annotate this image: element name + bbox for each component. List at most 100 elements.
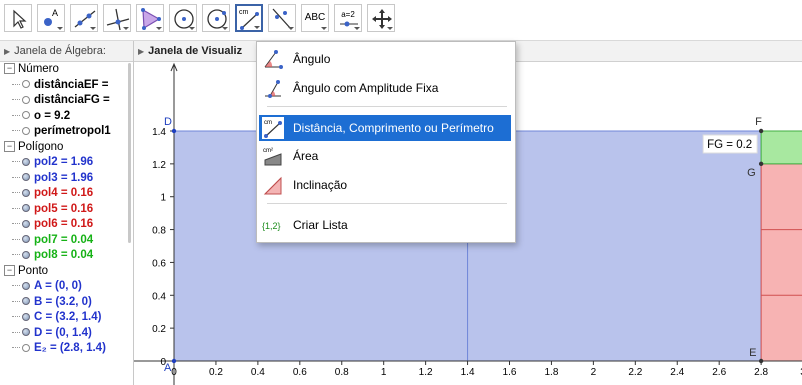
menu-item-area[interactable]: cm² Área [259, 143, 511, 169]
create-list-icon: {1,2} [262, 221, 281, 231]
collapse-arrow-icon[interactable]: ▶ [4, 47, 10, 56]
point-tool-icon[interactable]: A [37, 4, 65, 32]
point-d [171, 128, 177, 134]
menu-separator [267, 203, 507, 204]
visibility-toggle-icon[interactable] [22, 95, 30, 104]
algebra-item-text: distânciaFG = [34, 94, 110, 106]
algebra-item[interactable]: pol7 = 0.04 [0, 233, 133, 249]
algebra-item[interactable]: pol5 = 0.16 [0, 202, 133, 218]
visibility-toggle-icon[interactable] [22, 219, 30, 228]
menu-item-fixed-angle[interactable]: Ângulo com Amplitude Fixa [259, 75, 511, 101]
move-view-tool-icon[interactable] [367, 4, 395, 32]
svg-text:cm: cm [239, 9, 249, 16]
point-a [171, 358, 177, 364]
x-tick-label: 0 [171, 367, 177, 378]
tree-connector [12, 331, 20, 333]
algebra-item[interactable]: D = (0, 1.4) [0, 326, 133, 342]
algebra-category[interactable]: − Ponto [0, 264, 133, 280]
collapse-box-icon[interactable]: − [4, 140, 15, 152]
menu-item-angle[interactable]: Ângulo [259, 46, 511, 72]
circle-three-points-tool-icon[interactable] [202, 4, 230, 32]
x-tick-label: 2.6 [712, 367, 726, 378]
algebra-scrollbar[interactable] [128, 63, 131, 243]
algebra-item[interactable]: pol4 = 0.16 [0, 186, 133, 202]
y-tick-label: 0.4 [152, 291, 166, 302]
algebra-item[interactable]: pol8 = 0.04 [0, 248, 133, 264]
x-tick-label: 1.2 [419, 367, 433, 378]
algebra-category-label: Número [18, 63, 59, 75]
tree-connector [12, 192, 20, 194]
collapse-box-icon[interactable]: − [4, 264, 15, 276]
visibility-toggle-icon[interactable] [22, 126, 30, 135]
visibility-toggle-icon[interactable] [22, 173, 30, 182]
menu-item-create-list[interactable]: {1,2} Criar Lista [259, 212, 511, 238]
visibility-toggle-icon[interactable] [22, 157, 30, 166]
visibility-toggle-icon[interactable] [22, 111, 30, 120]
tree-connector [12, 176, 20, 178]
algebra-item-text: A = (0, 0) [34, 280, 82, 292]
algebra-item-text: pol4 = 0.16 [34, 187, 94, 199]
tree-connector [12, 99, 20, 101]
collapse-box-icon[interactable]: − [4, 63, 15, 75]
tree-connector [12, 347, 20, 349]
visibility-toggle-icon[interactable] [22, 188, 30, 197]
x-tick-label: 2.2 [628, 367, 642, 378]
move-tool-icon[interactable] [4, 4, 32, 32]
algebra-item[interactable]: pol2 = 1.96 [0, 155, 133, 171]
visibility-toggle-icon[interactable] [22, 281, 30, 290]
tree-connector [12, 207, 20, 209]
algebra-item-text: pol2 = 1.96 [34, 156, 94, 168]
circle-tool-icon[interactable] [169, 4, 197, 32]
slider-tool-icon[interactable]: a=2 [334, 4, 362, 32]
algebra-item[interactable]: pol6 = 0.16 [0, 217, 133, 233]
algebra-item-text: C = (3.2, 1.4) [34, 311, 102, 323]
tree-connector [12, 130, 20, 132]
toolbar: A cm ABC a=2 [0, 0, 802, 41]
y-tick-label: 1.4 [152, 127, 166, 138]
algebra-view: ▶ Janela de Álgebra: − Número distânciaEF =… [0, 41, 134, 385]
algebra-item[interactable]: pol3 = 1.96 [0, 171, 133, 187]
menu-item-distance[interactable]: cm Distância, Comprimento ou Perímetro [259, 115, 511, 141]
line-tool-icon[interactable] [70, 4, 98, 32]
visibility-toggle-icon[interactable] [22, 235, 30, 244]
distance-label: FG = 0.2 [707, 139, 752, 151]
polygon-tool-icon[interactable] [136, 4, 164, 32]
x-tick-label: 1.6 [503, 367, 517, 378]
visibility-toggle-icon[interactable] [22, 80, 30, 89]
point-g [758, 161, 764, 167]
visibility-toggle-icon[interactable] [22, 204, 30, 213]
polygon-green [760, 130, 802, 165]
visibility-toggle-icon[interactable] [22, 250, 30, 259]
collapse-arrow-icon[interactable]: ▶ [138, 47, 144, 56]
tool-dropdown-menu: Ângulo Ângulo com Amplitude Fixa cm Dist… [256, 41, 516, 243]
algebra-item[interactable]: distânciaEF = [0, 78, 133, 94]
algebra-category[interactable]: − Polígono [0, 140, 133, 156]
algebra-item[interactable]: distânciaFG = [0, 93, 133, 109]
algebra-category-label: Ponto [18, 264, 49, 277]
point-label-d: D [164, 116, 172, 128]
y-tick-label: 1.2 [152, 160, 166, 171]
visibility-toggle-icon[interactable] [22, 297, 30, 306]
text-tool-icon[interactable]: ABC [301, 4, 329, 32]
algebra-view-header[interactable]: ▶ Janela de Álgebra: [0, 41, 133, 62]
visibility-toggle-icon[interactable] [22, 328, 30, 337]
visibility-toggle-icon[interactable] [22, 343, 30, 352]
area-icon: cm² [263, 148, 282, 166]
algebra-category[interactable]: − Número [0, 62, 133, 78]
algebra-item[interactable]: B = (3.2, 0) [0, 295, 133, 311]
reflect-tool-icon[interactable] [268, 4, 296, 32]
tree-connector [12, 254, 20, 256]
algebra-item[interactable]: E₂ = (2.8, 1.4) [0, 341, 133, 357]
algebra-item[interactable]: A = (0, 0) [0, 279, 133, 295]
algebra-item[interactable]: perímetropol1 [0, 124, 133, 140]
svg-text:cm²: cm² [263, 148, 273, 154]
algebra-item-text: distânciaEF = [34, 78, 109, 91]
menu-item-slope[interactable]: Inclinação [259, 172, 511, 198]
x-tick-label: 1 [381, 367, 387, 378]
x-tick-label: 2 [591, 367, 597, 378]
algebra-item[interactable]: o = 9.2 [0, 109, 133, 125]
visibility-toggle-icon[interactable] [22, 312, 30, 321]
distance-tool-icon[interactable]: cm [235, 4, 263, 32]
perpendicular-line-tool-icon[interactable] [103, 4, 131, 32]
algebra-item[interactable]: C = (3.2, 1.4) [0, 310, 133, 326]
